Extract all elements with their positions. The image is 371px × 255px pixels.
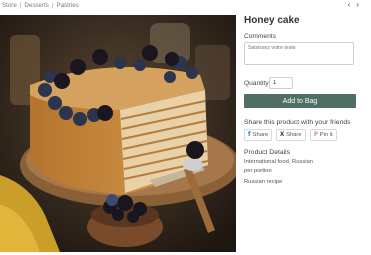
breadcrumb-separator: | [19,1,22,9]
breadcrumb-pastries[interactable]: Pastries [56,2,78,9]
facebook-share-button[interactable]: f Share [244,129,273,141]
pinterest-share-button[interactable]: ℙ Pin it [309,129,337,141]
breadcrumb-desserts[interactable]: Desserts [24,2,48,9]
details-line: per portion [244,168,272,174]
add-to-bag-button[interactable]: Add to Bag [244,94,356,108]
cake-photo [0,15,236,252]
product-details-title: Product Details [244,149,291,156]
breadcrumb-store[interactable]: Store [2,2,17,9]
product-image [0,15,236,252]
product-details-extra: Russian recipe [244,179,283,185]
share-buttons: f Share X Share ℙ Pin it [244,129,337,141]
product-title: Honey cake [244,15,300,26]
breadcrumb: Store | Desserts | Pastries [2,0,79,10]
share-label: Share [252,132,269,138]
quantity-label: Quantity: [244,80,271,87]
details-line: International food, Russian [244,159,313,165]
share-title: Share this product with your friends [244,119,351,126]
chevron-left-icon[interactable]: ‹ [348,0,351,9]
x-share-button[interactable]: X Share [276,129,306,141]
x-icon: X [280,132,285,138]
share-label: Share [286,132,302,138]
comments-input[interactable] [244,42,354,65]
comments-label: Comments [244,33,276,40]
product-details-text: International food, Russian per portion [244,158,313,176]
pin-label: Pin it [319,132,333,138]
product-pager: ‹ › [348,0,359,9]
chevron-right-icon[interactable]: › [356,0,359,9]
facebook-icon: f [248,131,251,138]
quantity-input[interactable] [269,77,293,89]
product-panel: Honey cake Comments Quantity: Add to Bag… [244,15,358,185]
breadcrumb-separator: | [51,1,54,9]
pinterest-icon: ℙ [313,132,318,138]
